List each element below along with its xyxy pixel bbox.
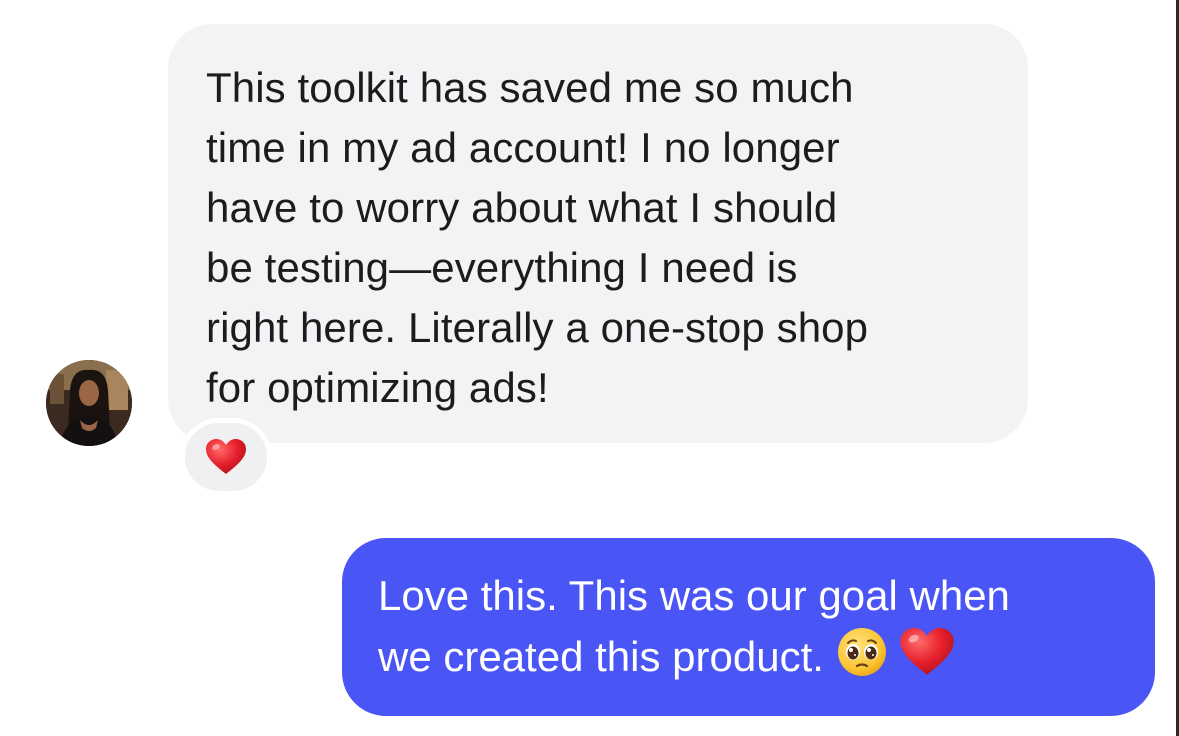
- pleading-face-icon: [836, 626, 888, 694]
- outgoing-line-text: we created this product.: [378, 633, 824, 681]
- incoming-line: have to worry about what I should: [206, 184, 838, 231]
- incoming-line: be testing—everything I need is: [206, 244, 798, 291]
- outgoing-message-text: Love this. This was our goal when we cre…: [378, 566, 1119, 694]
- incoming-line: time in my ad account! I no longer: [206, 124, 840, 171]
- incoming-message-text: This toolkit has saved me so much time i…: [206, 58, 990, 418]
- incoming-line: This toolkit has saved me so much: [206, 64, 854, 111]
- incoming-message-bubble[interactable]: This toolkit has saved me so much time i…: [168, 24, 1028, 443]
- sender-avatar[interactable]: [46, 360, 132, 446]
- incoming-line: right here. Literally a one-stop shop: [206, 304, 869, 351]
- heart-icon: [206, 439, 246, 474]
- heart-icon: [899, 626, 955, 694]
- avatar-photo-icon: [46, 360, 132, 446]
- heart-reaction[interactable]: [180, 418, 272, 496]
- incoming-line: for optimizing ads!: [206, 364, 549, 411]
- outgoing-line: Love this. This was our goal when: [378, 572, 1010, 619]
- outgoing-line: we created this product.: [378, 626, 1119, 694]
- outgoing-message-bubble[interactable]: Love this. This was our goal when we cre…: [342, 538, 1155, 716]
